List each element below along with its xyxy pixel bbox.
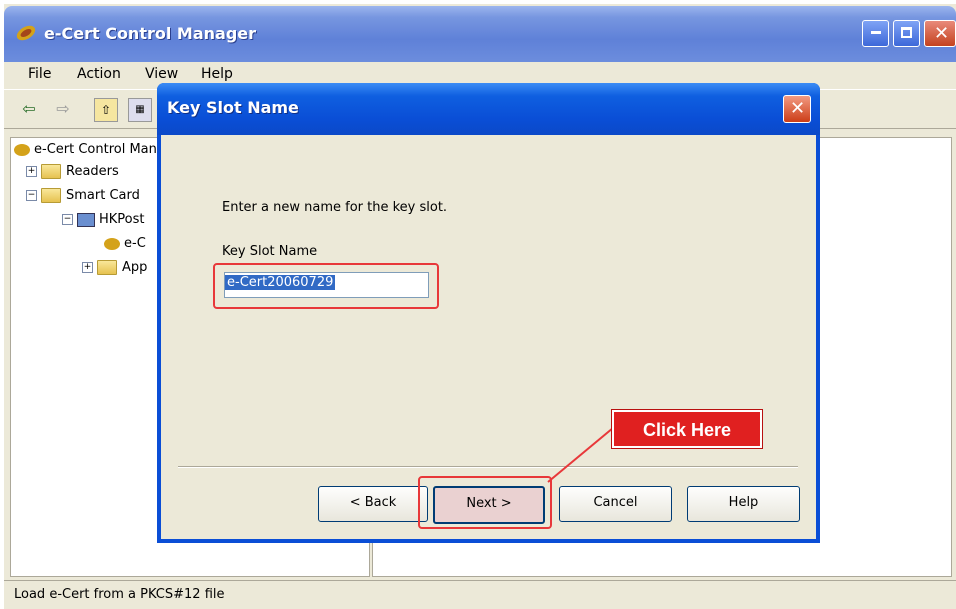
tree-item-hkpost[interactable]: − HKPost	[62, 212, 145, 227]
menu-file[interactable]: File	[28, 66, 51, 82]
close-window-button[interactable]: ✕	[924, 20, 956, 47]
maximize-button[interactable]	[893, 20, 920, 47]
highlight-box-input	[213, 263, 439, 309]
key-slot-name-label: Key Slot Name	[222, 244, 318, 259]
folder-icon	[41, 188, 61, 203]
back-button[interactable]: < Back	[318, 486, 428, 522]
menu-action[interactable]: Action	[77, 66, 121, 82]
tree-item-readers[interactable]: + Readers	[26, 164, 119, 179]
tree-item-app[interactable]: + App	[82, 260, 147, 275]
expand-icon[interactable]: +	[82, 262, 93, 273]
minimize-button[interactable]	[862, 20, 889, 47]
dialog-close-button[interactable]: ✕	[783, 95, 811, 123]
folder-icon	[41, 164, 61, 179]
show-tree-icon[interactable]: ▦	[128, 98, 152, 122]
highlight-box-next	[418, 476, 552, 529]
menu-help[interactable]: Help	[201, 66, 233, 82]
help-button[interactable]: Help	[687, 486, 800, 522]
ecert-icon	[14, 143, 30, 156]
menu-view[interactable]: View	[145, 66, 178, 82]
dialog-divider	[178, 466, 798, 468]
click-here-callout: Click Here	[612, 410, 762, 448]
status-text: Load e-Cert from a PKCS#12 file	[14, 587, 225, 602]
cancel-button[interactable]: Cancel	[559, 486, 672, 522]
back-arrow-icon[interactable]: ⇦	[18, 98, 40, 120]
collapse-icon[interactable]: −	[26, 190, 37, 201]
close-icon: ✕	[790, 98, 806, 119]
tree-item-ecert[interactable]: e-C	[104, 236, 146, 251]
up-folder-icon[interactable]: ⇧	[94, 98, 118, 122]
close-icon: ✕	[934, 23, 950, 44]
ecert-icon	[104, 237, 120, 250]
tree-item-smart-card[interactable]: − Smart Card	[26, 188, 140, 203]
dialog-prompt: Enter a new name for the key slot.	[222, 200, 448, 215]
expand-icon[interactable]: +	[26, 166, 37, 177]
forward-arrow-icon[interactable]: ⇨	[52, 98, 74, 120]
collapse-icon[interactable]: −	[62, 214, 73, 225]
app-icon	[14, 22, 38, 44]
window-title: e-Cert Control Manager	[44, 24, 257, 43]
dialog-title: Key Slot Name	[167, 98, 299, 117]
card-icon	[77, 212, 95, 227]
folder-icon	[97, 260, 117, 275]
